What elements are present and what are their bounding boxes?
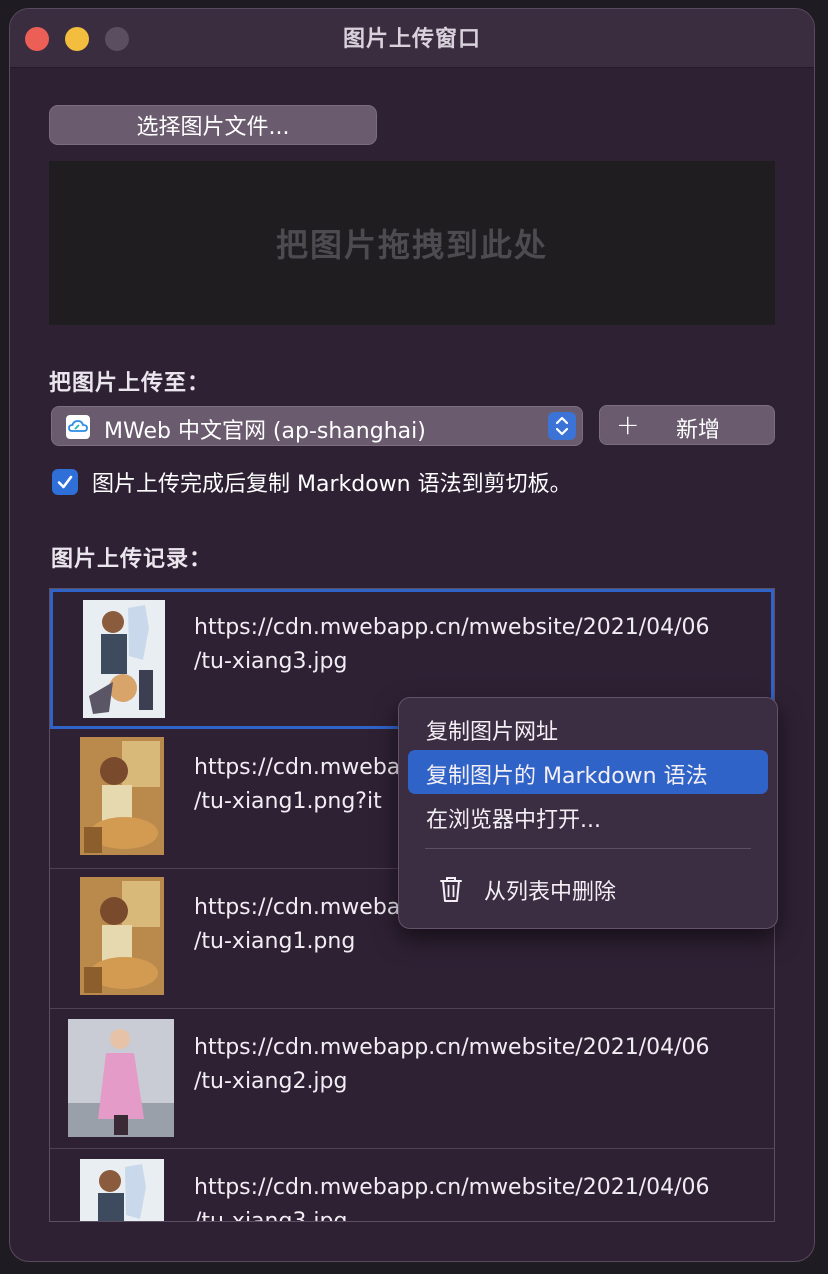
history-row[interactable]: https://cdn.mwebapp.cn/mwebsite/2021/04/… [50, 1009, 774, 1149]
upload-window: 图片上传窗口 选择图片文件... 把图片拖拽到此处 把图片上传至： MWeb 中… [9, 8, 815, 1262]
chevron-updown-icon [548, 412, 576, 440]
drop-zone[interactable]: 把图片拖拽到此处 [49, 161, 775, 325]
background-window-edge [0, 70, 8, 1270]
history-row[interactable]: https://cdn.mwebapp.cn/mwebsite/2021/04/… [50, 1149, 774, 1222]
image-thumbnail [68, 1019, 174, 1137]
image-thumbnail [80, 1159, 164, 1221]
menu-copy-markdown[interactable]: 复制图片的 Markdown 语法 [408, 750, 768, 794]
plus-icon: + [616, 408, 640, 441]
menu-separator [425, 848, 751, 849]
title-bar[interactable]: 图片上传窗口 [10, 9, 814, 68]
history-url: https://cdn.mwebapp.cn/mwebsite/2021/04/… [194, 1035, 710, 1094]
history-url: https://cdn.mwebapp.cn/mwebsite/2021/04/… [194, 1175, 710, 1222]
history-url: https://cdn.mwebapp.cn/mwebsite/2021/04/… [194, 615, 710, 674]
cloud-icon [66, 415, 90, 439]
image-thumbnail [80, 737, 164, 855]
image-thumbnail [83, 600, 165, 718]
copy-markdown-label: 图片上传完成后复制 Markdown 语法到剪切板。 [92, 472, 572, 497]
add-target-label: 新增 [676, 418, 721, 443]
image-thumbnail [80, 877, 164, 995]
menu-copy-url[interactable]: 复制图片网址 [408, 706, 768, 750]
menu-remove-from-list[interactable]: 从列表中删除 [408, 866, 768, 910]
upload-target-select[interactable]: MWeb 中文官网 (ap-shanghai) [51, 406, 583, 446]
window-title: 图片上传窗口 [342, 27, 481, 52]
checkmark-icon [57, 475, 73, 489]
choose-file-button[interactable]: 选择图片文件... [49, 105, 377, 145]
drop-zone-text: 把图片拖拽到此处 [275, 226, 548, 264]
context-menu: 复制图片网址 复制图片的 Markdown 语法 在浏览器中打开... 从列表中… [398, 697, 778, 929]
menu-open-in-browser[interactable]: 在浏览器中打开... [408, 794, 768, 838]
add-target-button[interactable]: + 新增 [599, 405, 775, 445]
upload-target-label: 把图片上传至： [49, 371, 211, 396]
trash-icon [438, 875, 464, 909]
history-label: 图片上传记录： [51, 547, 213, 572]
upload-target-value: MWeb 中文官网 (ap-shanghai) [104, 419, 426, 444]
copy-markdown-checkbox[interactable] [52, 469, 78, 495]
